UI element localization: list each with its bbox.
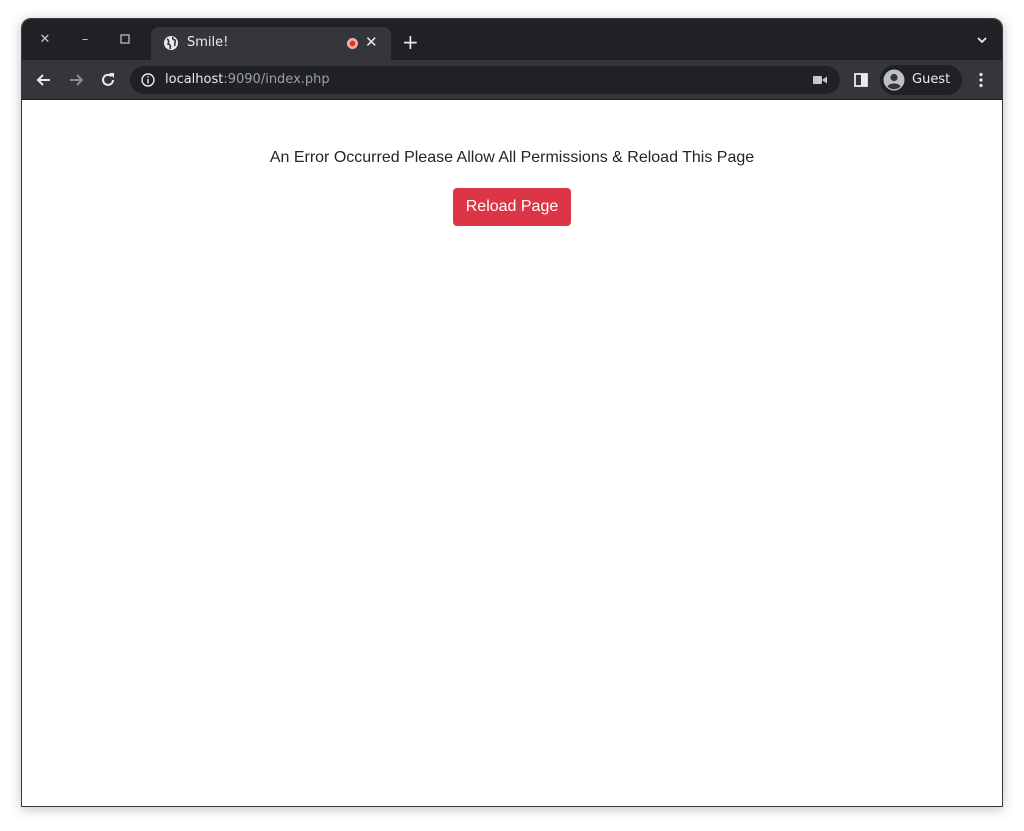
page-content: An Error Occurred Please Allow All Permi… [22, 100, 1002, 806]
side-panel-icon[interactable] [854, 72, 868, 88]
tab-close-icon[interactable]: ✕ [365, 33, 378, 51]
globe-icon [164, 36, 178, 50]
window-maximize-button[interactable] [115, 29, 135, 49]
window-minimize-button[interactable]: – [75, 29, 95, 49]
avatar-icon [883, 69, 905, 91]
reload-icon[interactable] [98, 70, 118, 90]
tab-title: Smile! [187, 35, 229, 50]
back-arrow-icon[interactable] [34, 70, 54, 90]
tab-strip: ✕ – Smile! ✕ + [22, 19, 1002, 60]
more-menu-icon[interactable] [972, 71, 990, 89]
url-text: localhost:9090/index.php [165, 72, 330, 87]
address-bar[interactable]: localhost:9090/index.php [130, 66, 840, 94]
site-info-icon[interactable] [140, 72, 156, 88]
recording-indicator-icon [347, 38, 358, 49]
forward-arrow-icon[interactable] [66, 70, 86, 90]
profile-button[interactable]: Guest [880, 65, 962, 95]
error-message: An Error Occurred Please Allow All Permi… [269, 149, 755, 166]
url-path: :9090/index.php [223, 72, 330, 87]
browser-toolbar: localhost:9090/index.php Guest [22, 60, 1002, 100]
browser-window: ✕ – Smile! ✕ + localhost:9090/index.php … [21, 18, 1003, 807]
new-tab-button[interactable]: + [402, 32, 419, 52]
maximize-icon [120, 34, 130, 44]
camera-in-use-icon[interactable] [812, 74, 828, 86]
browser-tab-active[interactable]: Smile! ✕ [151, 27, 391, 60]
profile-label: Guest [912, 72, 951, 87]
reload-page-button[interactable]: Reload Page [453, 188, 571, 226]
tab-search-chevron-icon[interactable] [976, 34, 988, 46]
url-host: localhost [165, 72, 224, 87]
window-close-button[interactable]: ✕ [35, 29, 55, 49]
